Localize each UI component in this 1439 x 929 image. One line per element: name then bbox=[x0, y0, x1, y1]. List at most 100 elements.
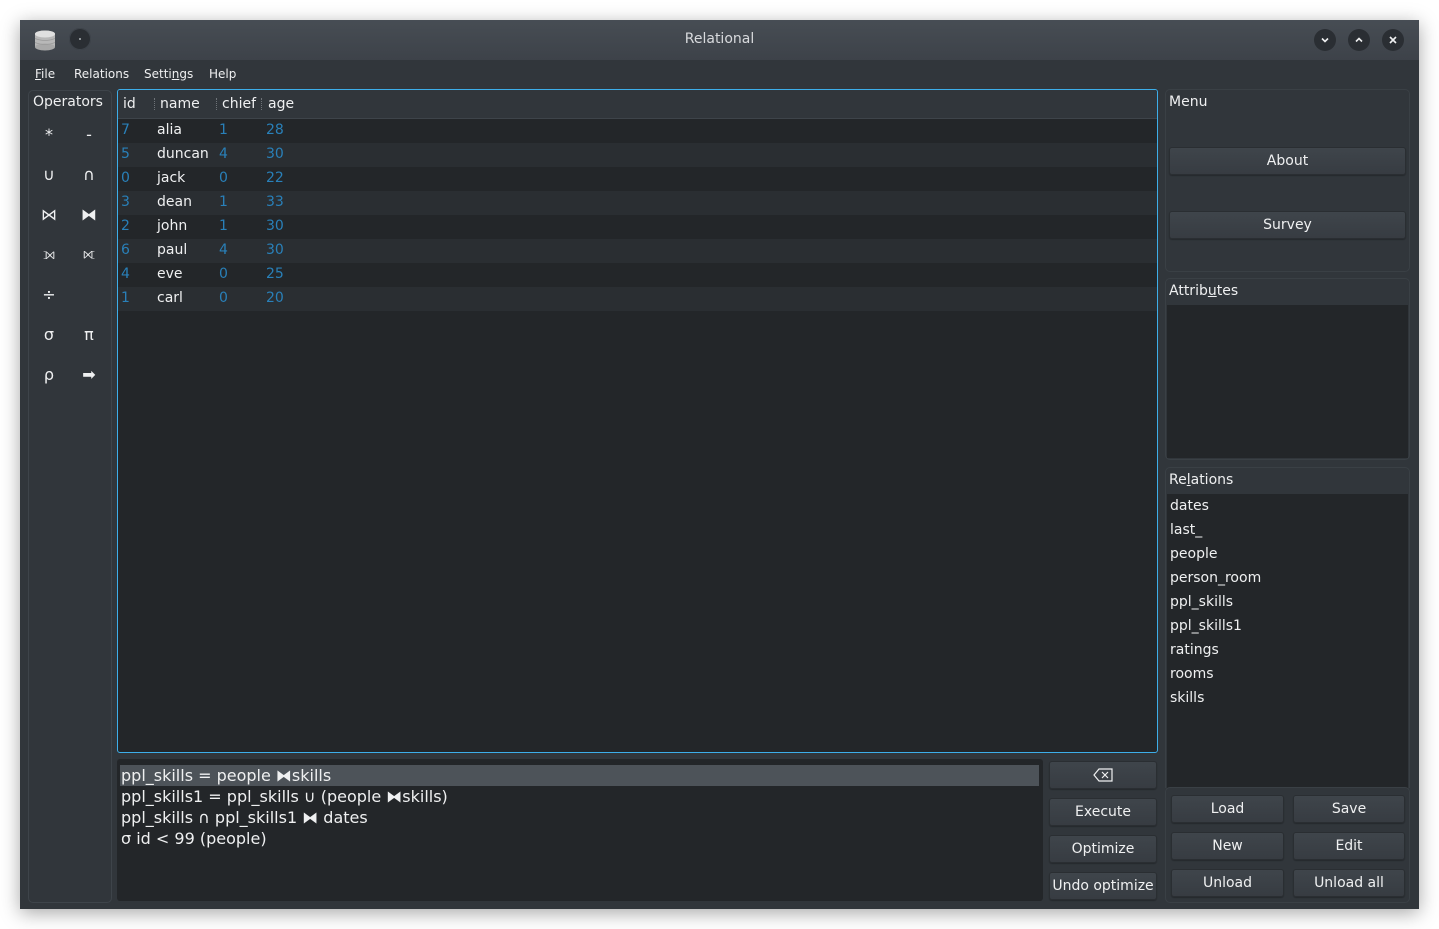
operator-union-button[interactable]: ∪ bbox=[33, 158, 65, 190]
attributes-panel-title: Attributes bbox=[1169, 283, 1239, 299]
new-button[interactable]: New bbox=[1171, 832, 1284, 860]
table-cell-age: 33 bbox=[266, 194, 284, 210]
operator-product-button[interactable]: * bbox=[33, 118, 65, 150]
column-header-id[interactable]: id bbox=[123, 96, 136, 112]
table-cell-name: eve bbox=[157, 266, 183, 282]
menu-settings[interactable]: Settings bbox=[144, 67, 193, 81]
menu-relations[interactable]: Relations bbox=[74, 67, 129, 81]
relation-item[interactable]: skills bbox=[1170, 690, 1204, 706]
relation-item[interactable]: rooms bbox=[1170, 666, 1214, 682]
menu-file[interactable]: File bbox=[35, 67, 55, 81]
table-row[interactable]: 3 dean 1 33 bbox=[118, 191, 1157, 215]
table-row[interactable]: 5 duncan 4 30 bbox=[118, 143, 1157, 167]
history-item[interactable]: ppl_skills1 = ppl_skills ∪ (people ⧓skil… bbox=[120, 786, 1039, 807]
minimize-button[interactable] bbox=[1314, 29, 1336, 51]
column-separator[interactable] bbox=[154, 98, 156, 110]
table-cell-age: 28 bbox=[266, 122, 284, 138]
operator-division-button[interactable]: ÷ bbox=[33, 278, 65, 310]
operators-title: Operators bbox=[33, 94, 103, 110]
table-cell-chief: 1 bbox=[219, 218, 228, 234]
maximize-button[interactable] bbox=[1348, 29, 1370, 51]
relation-item[interactable]: dates bbox=[1170, 498, 1209, 514]
result-table[interactable]: id name chief age 7 alia 1 28 5 duncan 4 30 0 jac… bbox=[117, 89, 1158, 753]
relations-panel-title: Relations bbox=[1169, 472, 1234, 488]
table-cell-id: 5 bbox=[121, 146, 130, 162]
column-header-chief[interactable]: chief bbox=[222, 96, 256, 112]
execute-button[interactable]: Execute bbox=[1049, 798, 1157, 826]
attributes-panel: Attributes bbox=[1165, 278, 1410, 460]
menu-panel: Menu About Survey bbox=[1165, 89, 1410, 272]
table-cell-name: jack bbox=[157, 170, 186, 186]
operator-full-outer-join-button[interactable]: ⧓ bbox=[73, 198, 105, 230]
menu-bar: File Relations Settings Help bbox=[20, 60, 1419, 88]
table-cell-name: john bbox=[157, 218, 188, 234]
table-cell-id: 3 bbox=[121, 194, 130, 210]
query-history-list[interactable]: ppl_skills = people ⧓skills ppl_skills1 =… bbox=[117, 759, 1043, 901]
table-cell-age: 20 bbox=[266, 290, 284, 306]
table-cell-name: paul bbox=[157, 242, 188, 258]
operator-assignment-button[interactable]: ➡ bbox=[73, 358, 105, 390]
table-cell-age: 30 bbox=[266, 146, 284, 162]
optimize-button[interactable]: Optimize bbox=[1049, 835, 1157, 863]
column-separator[interactable] bbox=[261, 98, 263, 110]
table-row[interactable]: 2 john 1 30 bbox=[118, 215, 1157, 239]
column-header-age[interactable]: age bbox=[268, 96, 294, 112]
unload-button[interactable]: Unload bbox=[1171, 869, 1284, 897]
chevron-up-icon bbox=[1355, 37, 1363, 43]
save-button[interactable]: Save bbox=[1293, 795, 1405, 823]
menu-help[interactable]: Help bbox=[209, 67, 236, 81]
load-button[interactable]: Load bbox=[1171, 795, 1284, 823]
relation-item[interactable]: ratings bbox=[1170, 642, 1219, 658]
about-button[interactable]: About bbox=[1169, 147, 1406, 175]
close-button[interactable] bbox=[1382, 29, 1404, 51]
column-separator[interactable] bbox=[216, 98, 218, 110]
unload-all-button[interactable]: Unload all bbox=[1293, 869, 1405, 897]
table-cell-age: 30 bbox=[266, 218, 284, 234]
history-item[interactable]: ppl_skills = people ⧓skills bbox=[120, 765, 1039, 786]
table-cell-id: 0 bbox=[121, 170, 130, 186]
table-header: id name chief age bbox=[118, 90, 1157, 119]
edit-button[interactable]: Edit bbox=[1293, 832, 1405, 860]
table-cell-id: 2 bbox=[121, 218, 130, 234]
table-row[interactable]: 4 eve 0 25 bbox=[118, 263, 1157, 287]
relation-item[interactable]: ppl_skills1 bbox=[1170, 618, 1242, 634]
attributes-list[interactable] bbox=[1167, 305, 1408, 458]
operator-intersection-button[interactable]: ∩ bbox=[73, 158, 105, 190]
table-row[interactable]: 0 jack 0 22 bbox=[118, 167, 1157, 191]
table-cell-id: 7 bbox=[121, 122, 130, 138]
table-row[interactable]: 6 paul 4 30 bbox=[118, 239, 1157, 263]
table-cell-chief: 0 bbox=[219, 170, 228, 186]
operator-projection-button[interactable]: π bbox=[73, 318, 105, 350]
relations-list[interactable]: dates last_people person_room ppl_skillsppl… bbox=[1167, 494, 1408, 788]
operator-difference-button[interactable]: - bbox=[73, 118, 105, 150]
app-window: Relational File Relations Settings Help … bbox=[20, 20, 1419, 909]
table-row[interactable]: 7 alia 1 28 bbox=[118, 119, 1157, 143]
undo-optimize-button[interactable]: Undo optimize bbox=[1049, 872, 1157, 900]
operator-left-outer-join-button[interactable]: ⟕ bbox=[33, 238, 65, 270]
history-item[interactable]: ppl_skills ∩ ppl_skills1 ⧓ dates bbox=[120, 807, 1039, 828]
close-icon bbox=[1389, 36, 1397, 44]
backspace-icon bbox=[1093, 768, 1113, 782]
column-header-name[interactable]: name bbox=[160, 96, 200, 112]
operator-rename-button[interactable]: ρ bbox=[33, 358, 65, 390]
table-cell-name: carl bbox=[157, 290, 183, 306]
relation-item[interactable]: person_room bbox=[1170, 570, 1261, 586]
operator-right-outer-join-button[interactable]: ⟖ bbox=[73, 238, 105, 270]
table-cell-chief: 1 bbox=[219, 122, 228, 138]
table-cell-chief: 4 bbox=[219, 146, 228, 162]
relation-item[interactable]: last_ bbox=[1170, 522, 1202, 538]
table-cell-name: dean bbox=[157, 194, 192, 210]
operator-selection-button[interactable]: σ bbox=[33, 318, 65, 350]
relation-item[interactable]: people bbox=[1170, 546, 1217, 562]
history-item[interactable]: σ id < 99 (people) bbox=[120, 828, 1039, 849]
table-cell-name: duncan bbox=[157, 146, 209, 162]
table-cell-id: 1 bbox=[121, 290, 130, 306]
table-cell-chief: 4 bbox=[219, 242, 228, 258]
table-row[interactable]: 1 carl 0 20 bbox=[118, 287, 1157, 311]
relation-item[interactable]: ppl_skills bbox=[1170, 594, 1233, 610]
window-title: Relational bbox=[684, 31, 755, 47]
clear-button[interactable] bbox=[1049, 761, 1157, 789]
survey-button[interactable]: Survey bbox=[1169, 211, 1406, 239]
operator-natural-join-button[interactable]: ⋈ bbox=[33, 198, 65, 230]
table-cell-age: 22 bbox=[266, 170, 284, 186]
